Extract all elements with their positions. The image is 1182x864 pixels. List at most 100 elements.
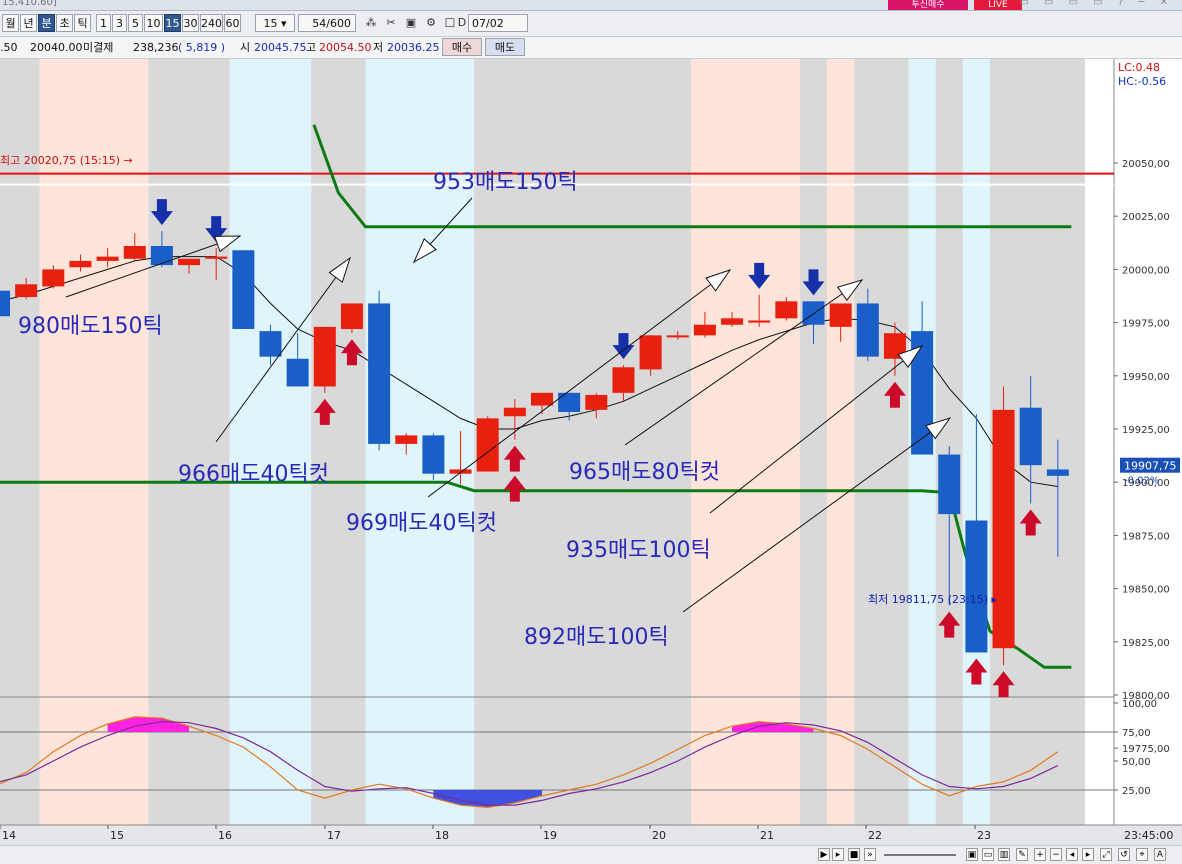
- scroll-right-icon[interactable]: ▸: [1082, 848, 1094, 861]
- hc-label: HC:-0.56: [1118, 75, 1166, 88]
- candle-body: [558, 392, 581, 412]
- scroll-left-icon[interactable]: ◂: [1066, 848, 1078, 861]
- chart-status-bar: ▶ ▸ ■ » ▣ ▭ ▥ ✎ + − ◂ ▸ ⤢ ↺ ⌖ A: [0, 845, 1182, 864]
- title-bar: 15,410.60] 투신매수 LIVE ▭ ▭ ▭ ▭ ? ─ ✕: [0, 0, 1182, 11]
- zoom-in-icon[interactable]: +: [1034, 848, 1046, 861]
- interval-select[interactable]: 15 ▾: [255, 14, 295, 32]
- candle-body: [476, 418, 499, 472]
- candle-body: [585, 394, 608, 410]
- candle-body: [965, 520, 988, 653]
- indicator-icon[interactable]: ⁂: [362, 14, 380, 32]
- candle-body: [42, 269, 65, 287]
- open-value: 20045.75: [254, 41, 307, 54]
- interval-value: 15: [263, 17, 278, 30]
- candle-body: [503, 407, 526, 417]
- candle-body: [856, 303, 879, 357]
- annotation-label: 953매도150틱: [433, 170, 578, 195]
- period-button-60[interactable]: 60: [224, 14, 241, 32]
- candle-body: [286, 358, 309, 387]
- last-change-value: -0.02%: [1124, 476, 1159, 487]
- pen-icon[interactable]: ✎: [1016, 848, 1028, 861]
- period-button-5[interactable]: 5: [128, 14, 143, 32]
- period-button-30[interactable]: 30: [182, 14, 199, 32]
- candle-body: [313, 326, 336, 387]
- candle-body: [802, 301, 825, 325]
- period-button-월[interactable]: 월: [2, 14, 19, 32]
- annotation-label: 966매도40틱컷: [178, 462, 329, 487]
- period-button-분[interactable]: 분: [38, 14, 55, 32]
- window-controls[interactable]: ▭ ▭ ▭ ▭ ? ─ ✕: [1019, 0, 1174, 8]
- low-marker: 최저 19811,75 (23:15) ▸: [868, 593, 997, 606]
- stoch-tick-label: 50,00: [1122, 757, 1151, 768]
- candle-body: [612, 367, 635, 393]
- high-label: 고: [306, 41, 317, 54]
- candle-body: [368, 303, 391, 444]
- y-tick-label: 20000,00: [1122, 265, 1170, 276]
- candle-body: [96, 256, 119, 261]
- period-button-240[interactable]: 240: [200, 14, 223, 32]
- candle-body: [259, 331, 282, 357]
- candle-body: [1046, 469, 1069, 476]
- window-icon[interactable]: ▭: [982, 848, 994, 861]
- gear-icon[interactable]: ⚙: [422, 14, 440, 32]
- annotation-label: 935매도100틱: [566, 538, 711, 563]
- y-tick-label: 19950,00: [1122, 372, 1170, 383]
- x-tick-label: 19: [543, 829, 557, 842]
- candle-body: [992, 409, 1015, 649]
- date-field[interactable]: 07/02: [468, 14, 528, 32]
- font-size-icon[interactable]: A: [1154, 848, 1166, 861]
- period-button-10[interactable]: 10: [144, 14, 163, 32]
- candle-body: [693, 324, 716, 336]
- y-tick-label: 19850,00: [1122, 585, 1170, 596]
- buy-button[interactable]: 매수: [442, 38, 482, 56]
- x-tick-label: 23: [977, 829, 991, 842]
- annotation-label: 969매도40틱컷: [346, 511, 497, 536]
- live-badge[interactable]: LIVE: [974, 0, 1022, 10]
- fit-icon[interactable]: ⤢: [1100, 848, 1112, 861]
- x-tick-label: 16: [218, 829, 232, 842]
- period-button-15[interactable]: 15: [164, 14, 181, 32]
- period-button-틱[interactable]: 틱: [74, 14, 91, 32]
- current-price: 20040.00: [30, 41, 83, 54]
- trade-badge[interactable]: 투신매수: [888, 0, 968, 10]
- x-tick-label: 22: [868, 829, 882, 842]
- x-tick-label: 15: [110, 829, 124, 842]
- candle-body: [422, 435, 445, 474]
- candle-body: [15, 284, 38, 298]
- count-field[interactable]: 54/600: [298, 14, 356, 32]
- low-value: 20036.25: [387, 41, 440, 54]
- measure-icon[interactable]: ⌖: [1136, 848, 1148, 861]
- candle-body: [748, 320, 771, 323]
- zoom-out-icon[interactable]: −: [1050, 848, 1062, 861]
- candle-body: [395, 435, 418, 444]
- count-total: /600: [326, 17, 351, 30]
- period-button-1[interactable]: 1: [96, 14, 111, 32]
- scissors-icon[interactable]: ✂: [382, 14, 400, 32]
- play-icon[interactable]: ▶: [818, 848, 830, 861]
- high-value: 20054.50: [319, 41, 372, 54]
- reset-icon[interactable]: ↺: [1118, 848, 1130, 861]
- candle-body: [205, 256, 228, 259]
- annotation-label: 965매도80틱컷: [569, 460, 720, 485]
- fast-forward-icon[interactable]: »: [864, 848, 876, 861]
- y-tick-label: 19975,00: [1122, 319, 1170, 330]
- stop-icon[interactable]: ■: [848, 848, 860, 861]
- candle-body: [775, 301, 798, 319]
- candle-body: [531, 392, 553, 406]
- save-icon[interactable]: ▣: [402, 14, 420, 32]
- sell-button[interactable]: 매도: [485, 38, 525, 56]
- step-icon[interactable]: ▸: [832, 848, 844, 861]
- period-button-년[interactable]: 년: [20, 14, 37, 32]
- prev-price: .50: [0, 41, 18, 54]
- annotation-label: 892매도100틱: [524, 625, 669, 650]
- candle-body: [1019, 407, 1042, 466]
- candle-body: [639, 335, 662, 370]
- price-chart[interactable]: 20050,00 20025,00 20000,00 19975,00 19950,00…: [0, 59, 1182, 845]
- layout-icon[interactable]: ▣: [966, 848, 978, 861]
- speed-slider[interactable]: [884, 854, 956, 856]
- period-button-초[interactable]: 초: [56, 14, 73, 32]
- period-button-3[interactable]: 3: [112, 14, 127, 32]
- candle-body: [666, 335, 689, 338]
- time-label: 23:45:00: [1124, 829, 1173, 842]
- split-icon[interactable]: ▥: [998, 848, 1010, 861]
